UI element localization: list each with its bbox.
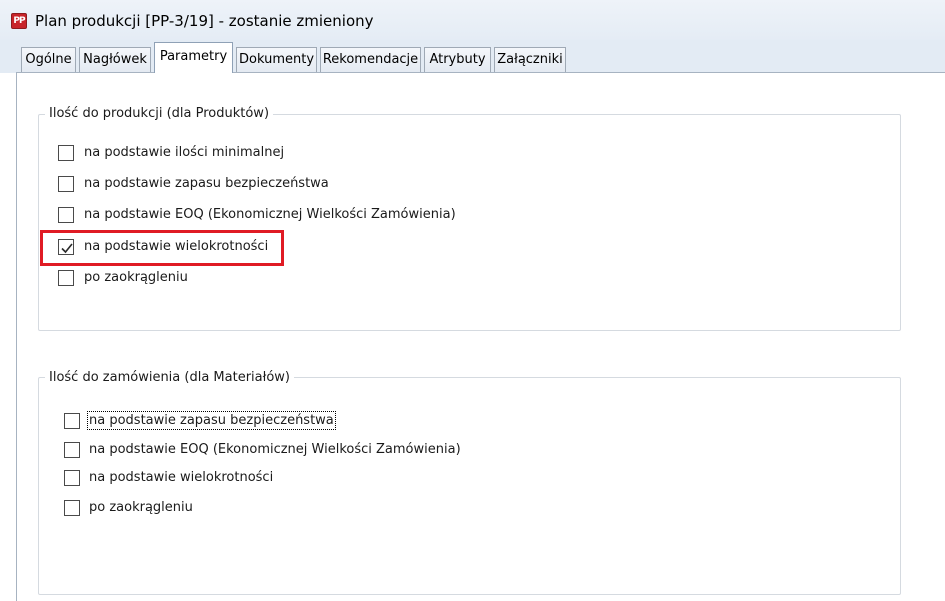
checkbox-label: na podstawie wielokrotności bbox=[89, 470, 274, 485]
tab-atrybuty[interactable]: Atrybuty bbox=[424, 47, 491, 72]
checkbox-produkcja-wielokrotnosci[interactable] bbox=[58, 239, 74, 255]
checkbox-zamowienie-wielokrotnosci[interactable] bbox=[64, 470, 80, 486]
checkbox-produkcja-zapasu-bezpieczenstwa[interactable] bbox=[58, 176, 74, 192]
tab-rekomendacje[interactable]: Rekomendacje bbox=[320, 47, 421, 72]
checkbox-label: po zaokrągleniu bbox=[84, 270, 188, 285]
checkbox-label: na podstawie EOQ (Ekonomicznej Wielkości… bbox=[89, 442, 461, 457]
checkbox-label: na podstawie ilości minimalnej bbox=[84, 145, 285, 160]
checkbox-label: na podstawie EOQ (Ekonomicznej Wielkości… bbox=[84, 207, 456, 222]
checkbox-label: na podstawie wielokrotności bbox=[84, 239, 269, 254]
checkbox-zamowienie-po-zaokragleniu[interactable] bbox=[64, 500, 80, 516]
tab-naglowek[interactable]: Nagłówek bbox=[79, 47, 151, 72]
window-title: Plan produkcji [PP-3/19] - zostanie zmie… bbox=[35, 12, 374, 30]
group-zamowienie bbox=[38, 377, 901, 595]
tab-ogolne[interactable]: Ogólne bbox=[21, 47, 76, 72]
tab-dokumenty[interactable]: Dokumenty bbox=[236, 47, 317, 72]
plan-produkcji-app-icon: PP bbox=[11, 13, 27, 29]
checkbox-produkcja-ilosci-minimalnej[interactable] bbox=[58, 145, 74, 161]
checkbox-produkcja-eoq[interactable] bbox=[58, 207, 74, 223]
checkbox-label: na podstawie zapasu bezpieczeństwa bbox=[84, 176, 329, 191]
tab-parametry[interactable]: Parametry bbox=[154, 42, 233, 73]
checkbox-zamowienie-eoq[interactable] bbox=[64, 442, 80, 458]
checkmark-icon bbox=[61, 243, 73, 254]
checkbox-label: po zaokrągleniu bbox=[89, 500, 193, 515]
checkbox-label: na podstawie zapasu bezpieczeństwa bbox=[87, 411, 336, 430]
tab-zalaczniki[interactable]: Załączniki bbox=[494, 47, 566, 72]
checkbox-zamowienie-zapasu-bezpieczenstwa[interactable] bbox=[64, 413, 80, 429]
group-produkcja-title: Ilość do produkcji (dla Produktów) bbox=[45, 106, 274, 121]
group-zamowienie-title: Ilość do zamówienia (dla Materiałów) bbox=[45, 370, 294, 385]
checkbox-produkcja-po-zaokragleniu[interactable] bbox=[58, 270, 74, 286]
